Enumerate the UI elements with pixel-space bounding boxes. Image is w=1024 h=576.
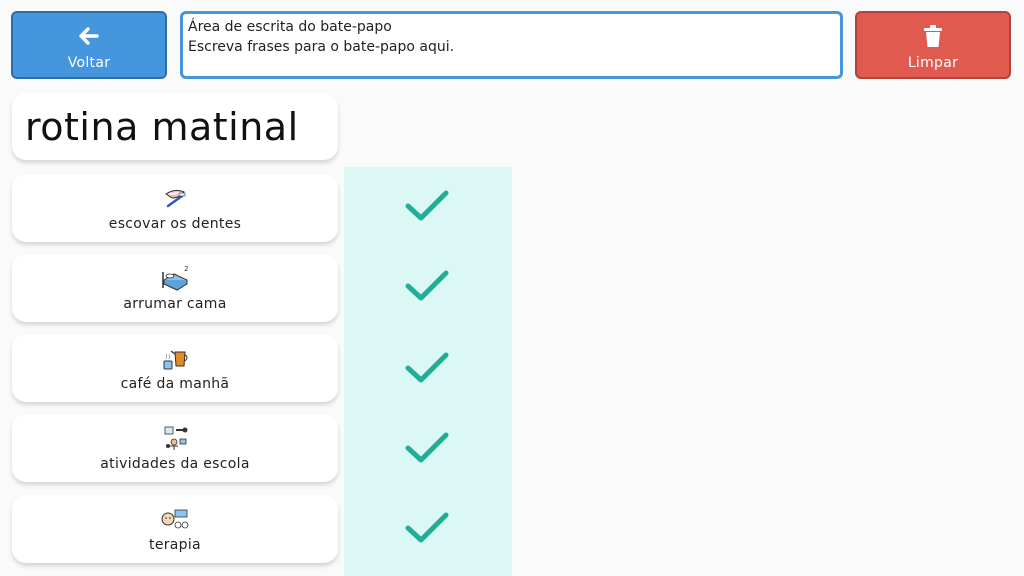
check-icon[interactable] — [404, 510, 450, 546]
school-activities-icon — [164, 426, 188, 450]
list-item-brush-teeth[interactable]: escovar os dentes — [12, 174, 338, 242]
check-icon[interactable] — [404, 188, 450, 224]
clear-button-label: Limpar — [907, 55, 959, 71]
toothbrush-icon — [165, 189, 186, 208]
check-icon[interactable] — [404, 268, 450, 304]
list-item-make-bed[interactable]: 2 arrumar cama — [12, 254, 338, 322]
list-item-label: terapia — [149, 537, 201, 553]
arrow-left-icon — [79, 27, 99, 45]
chat-input[interactable]: Área de escrita do bate-papo Escreva fra… — [180, 11, 843, 79]
list-item-label: café da manhã — [120, 376, 230, 392]
back-button[interactable]: Voltar — [11, 11, 167, 79]
check-icon[interactable] — [404, 350, 450, 386]
list-item-school-activities[interactable]: atividades da escola — [12, 414, 338, 482]
list-item-label: escovar os dentes — [108, 216, 242, 232]
check-icon[interactable] — [404, 430, 450, 466]
top-bar: Voltar Área de escrita do bate-papo Escr… — [0, 0, 1024, 90]
bed-icon: 2 — [162, 265, 188, 291]
svg-text:2: 2 — [184, 265, 188, 273]
chat-title: Área de escrita do bate-papo — [188, 19, 392, 35]
coffee-icon — [163, 350, 188, 370]
list-item-therapy[interactable]: terapia — [12, 495, 338, 563]
chat-placeholder: Escreva frases para o bate-papo aqui. — [188, 39, 455, 55]
list-item-breakfast[interactable]: café da manhã — [12, 334, 338, 402]
list-item-label: atividades da escola — [100, 456, 250, 472]
clear-button[interactable]: Limpar — [855, 11, 1011, 79]
list-item-label: arrumar cama — [123, 296, 227, 312]
back-button-label: Voltar — [67, 55, 111, 71]
board-title: rotina matinal — [12, 93, 338, 160]
therapy-icon — [161, 509, 189, 529]
trash-icon — [924, 25, 942, 47]
